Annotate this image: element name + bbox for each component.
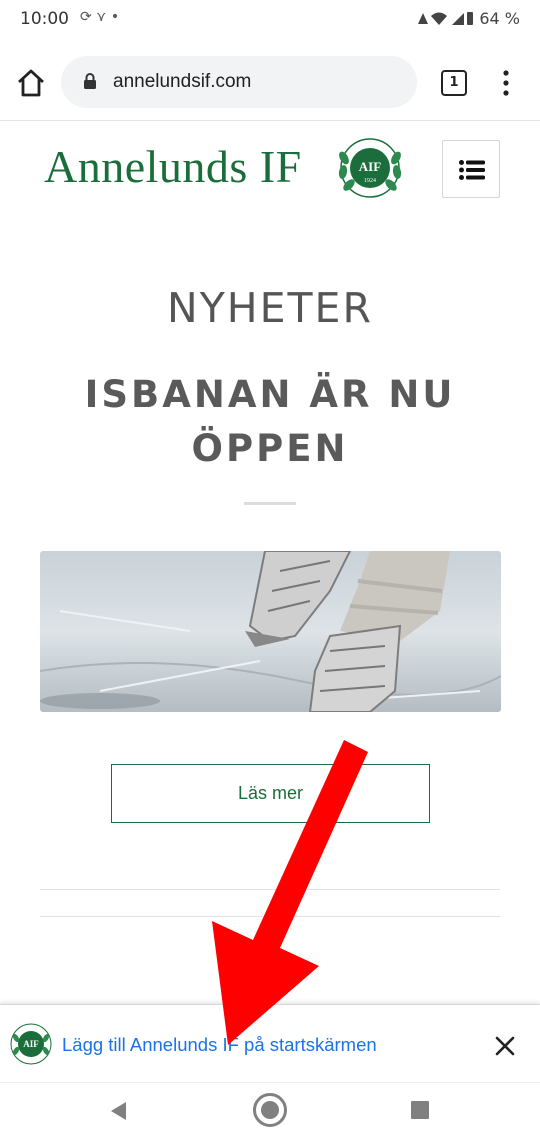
- overflow-menu-icon[interactable]: [496, 68, 516, 98]
- article-title[interactable]: ISBANAN ÄR NU ÖPPEN: [60, 368, 480, 476]
- home-icon[interactable]: [15, 67, 47, 99]
- browser-toolbar: annelundsif.com 1: [0, 40, 540, 121]
- ice-skates-photo: [40, 551, 501, 712]
- back-icon[interactable]: [108, 1100, 128, 1122]
- site-logo-text[interactable]: Annelunds IF: [44, 140, 302, 193]
- status-time: 10:00: [20, 9, 69, 29]
- add-to-homescreen-banner[interactable]: AIF Lägg till Annelunds IF på startskärm…: [0, 1004, 540, 1083]
- system-navigation-bar: [0, 1082, 540, 1141]
- section-title: NYHETER: [167, 284, 373, 332]
- recents-icon[interactable]: [411, 1101, 429, 1119]
- club-crest-logo[interactable]: AIF 1924: [334, 136, 406, 200]
- article-image[interactable]: [40, 551, 501, 712]
- url-text: annelundsif.com: [113, 71, 252, 92]
- close-icon[interactable]: [494, 1035, 516, 1057]
- signal-icon: [418, 12, 474, 25]
- read-more-button[interactable]: Läs mer: [111, 764, 430, 823]
- menu-list-icon: [459, 160, 485, 180]
- tab-switcher-button[interactable]: 1: [441, 70, 467, 96]
- battery-level: 64 %: [416, 9, 520, 28]
- crest-letters: AIF: [359, 159, 381, 174]
- content-divider: [40, 916, 500, 917]
- status-bar: 10:00 ⟳ ⋎ • 64 %: [0, 0, 540, 40]
- lock-icon: [84, 73, 96, 89]
- club-crest-icon: AIF: [10, 1023, 52, 1065]
- crest-letters-small: AIF: [23, 1039, 39, 1049]
- add-to-homescreen-text[interactable]: Lägg till Annelunds IF på startskärmen: [62, 1034, 377, 1056]
- notification-icons: ⟳ ⋎ •: [80, 9, 120, 25]
- address-bar[interactable]: annelundsif.com: [61, 56, 417, 108]
- crest-year: 1924: [364, 178, 376, 184]
- title-divider: [244, 502, 296, 505]
- site-menu-button[interactable]: [442, 140, 500, 198]
- home-circle-icon[interactable]: [252, 1092, 288, 1128]
- battery-percent: 64 %: [479, 9, 520, 28]
- content-divider: [40, 889, 500, 890]
